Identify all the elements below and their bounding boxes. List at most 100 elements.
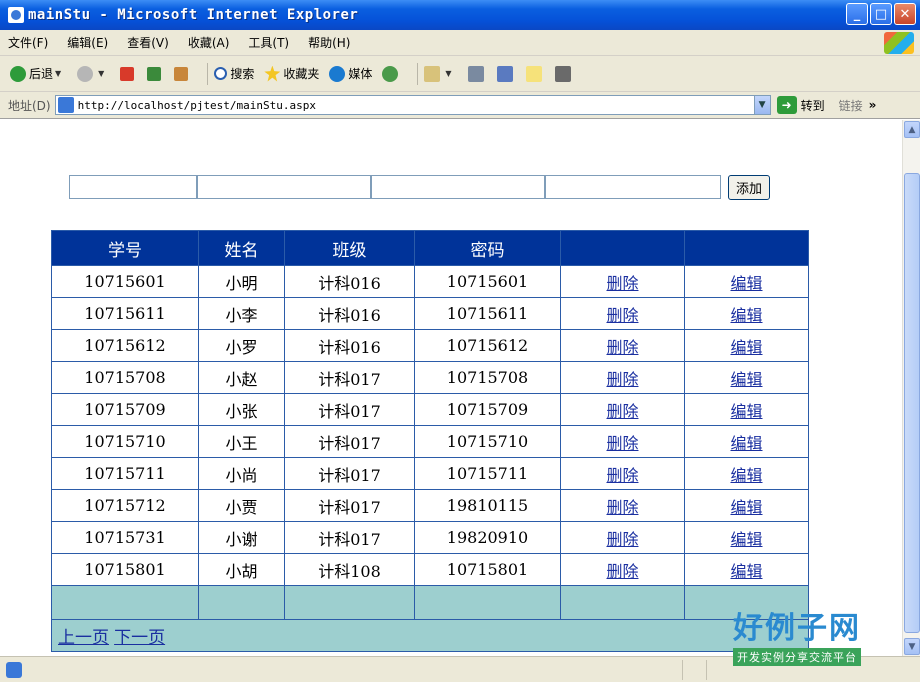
- cell-name: 小赵: [198, 361, 285, 394]
- search-button[interactable]: 搜索: [214, 65, 254, 82]
- address-dropdown-icon[interactable]: ▼: [753, 96, 770, 114]
- scroll-up-icon[interactable]: ▲: [904, 121, 920, 138]
- media-button[interactable]: 媒体: [329, 65, 372, 82]
- cell-class: 计科016: [284, 297, 415, 330]
- page-status-icon: [6, 661, 22, 678]
- cell-delete: 删除: [560, 361, 685, 394]
- password-input[interactable]: [545, 175, 721, 199]
- edit-link[interactable]: 编辑: [730, 562, 762, 581]
- close-button[interactable]: ✕: [894, 3, 916, 25]
- cell-edit: 编辑: [684, 521, 809, 554]
- maximize-button[interactable]: □: [870, 3, 892, 25]
- address-url[interactable]: http://localhost/pjtest/mainStu.aspx: [78, 99, 754, 112]
- home-button[interactable]: [174, 66, 191, 81]
- vertical-scrollbar[interactable]: ▲ ▼: [902, 120, 920, 656]
- delete-link[interactable]: 删除: [606, 466, 638, 485]
- cell-edit: 编辑: [684, 393, 809, 426]
- edit-link[interactable]: 编辑: [730, 466, 762, 485]
- menu-edit[interactable]: 编辑(E): [67, 34, 108, 51]
- window-controls: _ □ ✕: [846, 3, 916, 25]
- delete-link[interactable]: 删除: [606, 338, 638, 357]
- scroll-thumb[interactable]: [904, 173, 920, 633]
- go-arrow-icon: ➜: [776, 96, 797, 114]
- page-icon: [57, 97, 74, 113]
- edit-link[interactable]: 编辑: [730, 402, 762, 421]
- edit-button[interactable]: [496, 65, 516, 82]
- favorites-button[interactable]: 收藏夹: [264, 65, 319, 82]
- refresh-button[interactable]: [147, 66, 164, 81]
- menu-file[interactable]: 文件(F): [8, 34, 48, 51]
- student-id-input[interactable]: [69, 175, 197, 199]
- edit-link[interactable]: 编辑: [730, 306, 762, 325]
- go-label: 转到: [800, 98, 825, 113]
- cell-password: 10715801: [414, 553, 561, 586]
- cell-delete: 删除: [560, 265, 685, 298]
- links-label[interactable]: 链接: [839, 97, 863, 114]
- scroll-down-icon[interactable]: ▼: [904, 638, 920, 655]
- table-row: 10715712 小贾 计科017 19810115 删除 编辑: [51, 489, 809, 522]
- status-cell: [682, 659, 706, 680]
- cell-class: 计科017: [284, 457, 415, 490]
- forward-button[interactable]: ▼: [77, 65, 110, 82]
- minimize-button[interactable]: _: [846, 3, 868, 25]
- cell-student-id: 10715601: [51, 265, 199, 298]
- edit-link[interactable]: 编辑: [730, 274, 762, 293]
- ie-icon: [8, 7, 24, 23]
- cell-student-id: 10715711: [51, 457, 199, 490]
- links-more-icon[interactable]: »: [869, 98, 877, 112]
- messenger-button[interactable]: [554, 65, 574, 82]
- edit-icon: [496, 65, 513, 82]
- menu-tools[interactable]: 工具(T): [248, 34, 289, 51]
- cell-student-id: 10715708: [51, 361, 199, 394]
- add-button[interactable]: 添加: [728, 175, 770, 200]
- menu-view[interactable]: 查看(V): [127, 34, 169, 51]
- header-student-id: 学号: [51, 230, 199, 266]
- class-input[interactable]: [371, 175, 545, 199]
- name-input[interactable]: [197, 175, 371, 199]
- cell-student-id: 10715801: [51, 553, 199, 586]
- delete-link[interactable]: 删除: [606, 370, 638, 389]
- back-button[interactable]: 后退 ▼: [10, 65, 67, 82]
- edit-link[interactable]: 编辑: [730, 530, 762, 549]
- discuss-button[interactable]: [525, 65, 545, 82]
- prev-page-link[interactable]: 上一页: [58, 628, 109, 648]
- delete-link[interactable]: 删除: [606, 402, 638, 421]
- address-bar: 地址(D) http://localhost/pjtest/mainStu.as…: [0, 92, 920, 119]
- delete-link[interactable]: 删除: [606, 530, 638, 549]
- stop-button[interactable]: [120, 66, 137, 81]
- cell-edit: 编辑: [684, 425, 809, 458]
- next-page-link[interactable]: 下一页: [114, 628, 165, 648]
- status-cell: [706, 659, 730, 680]
- cell-password: 10715611: [414, 297, 561, 330]
- delete-link[interactable]: 删除: [606, 498, 638, 517]
- delete-link[interactable]: 删除: [606, 274, 638, 293]
- back-dropdown-icon[interactable]: ▼: [55, 69, 61, 78]
- edit-link[interactable]: 编辑: [730, 498, 762, 517]
- cell-class: 计科017: [284, 489, 415, 522]
- delete-link[interactable]: 删除: [606, 562, 638, 581]
- header-edit: [684, 230, 809, 266]
- address-input[interactable]: http://localhost/pjtest/mainStu.aspx ▼: [54, 95, 771, 115]
- cell-name: 小王: [198, 425, 285, 458]
- search-icon: [214, 67, 228, 80]
- edit-link[interactable]: 编辑: [730, 338, 762, 357]
- cell-delete: 删除: [560, 393, 685, 426]
- cell-edit: 编辑: [684, 329, 809, 362]
- edit-link[interactable]: 编辑: [730, 370, 762, 389]
- go-button[interactable]: ➜ 转到: [776, 96, 825, 114]
- edit-link[interactable]: 编辑: [730, 434, 762, 453]
- table-row: 10715711 小尚 计科017 10715711 删除 编辑: [51, 457, 809, 490]
- favorites-label: 收藏夹: [283, 67, 320, 81]
- menu-help[interactable]: 帮助(H): [308, 34, 350, 51]
- print-button[interactable]: [467, 65, 487, 82]
- table-row: 10715801 小胡 计科108 10715801 删除 编辑: [51, 553, 809, 586]
- delete-link[interactable]: 删除: [606, 434, 638, 453]
- forward-dropdown-icon[interactable]: ▼: [98, 69, 104, 78]
- delete-link[interactable]: 删除: [606, 306, 638, 325]
- mail-button[interactable]: ▼: [424, 65, 457, 82]
- mail-dropdown-icon[interactable]: ▼: [445, 69, 451, 78]
- history-button[interactable]: [382, 65, 401, 82]
- cell-student-id: 10715611: [51, 297, 199, 330]
- menu-favorites[interactable]: 收藏(A): [188, 34, 230, 51]
- watermark-subtitle: 开发实例分享交流平台: [733, 648, 861, 666]
